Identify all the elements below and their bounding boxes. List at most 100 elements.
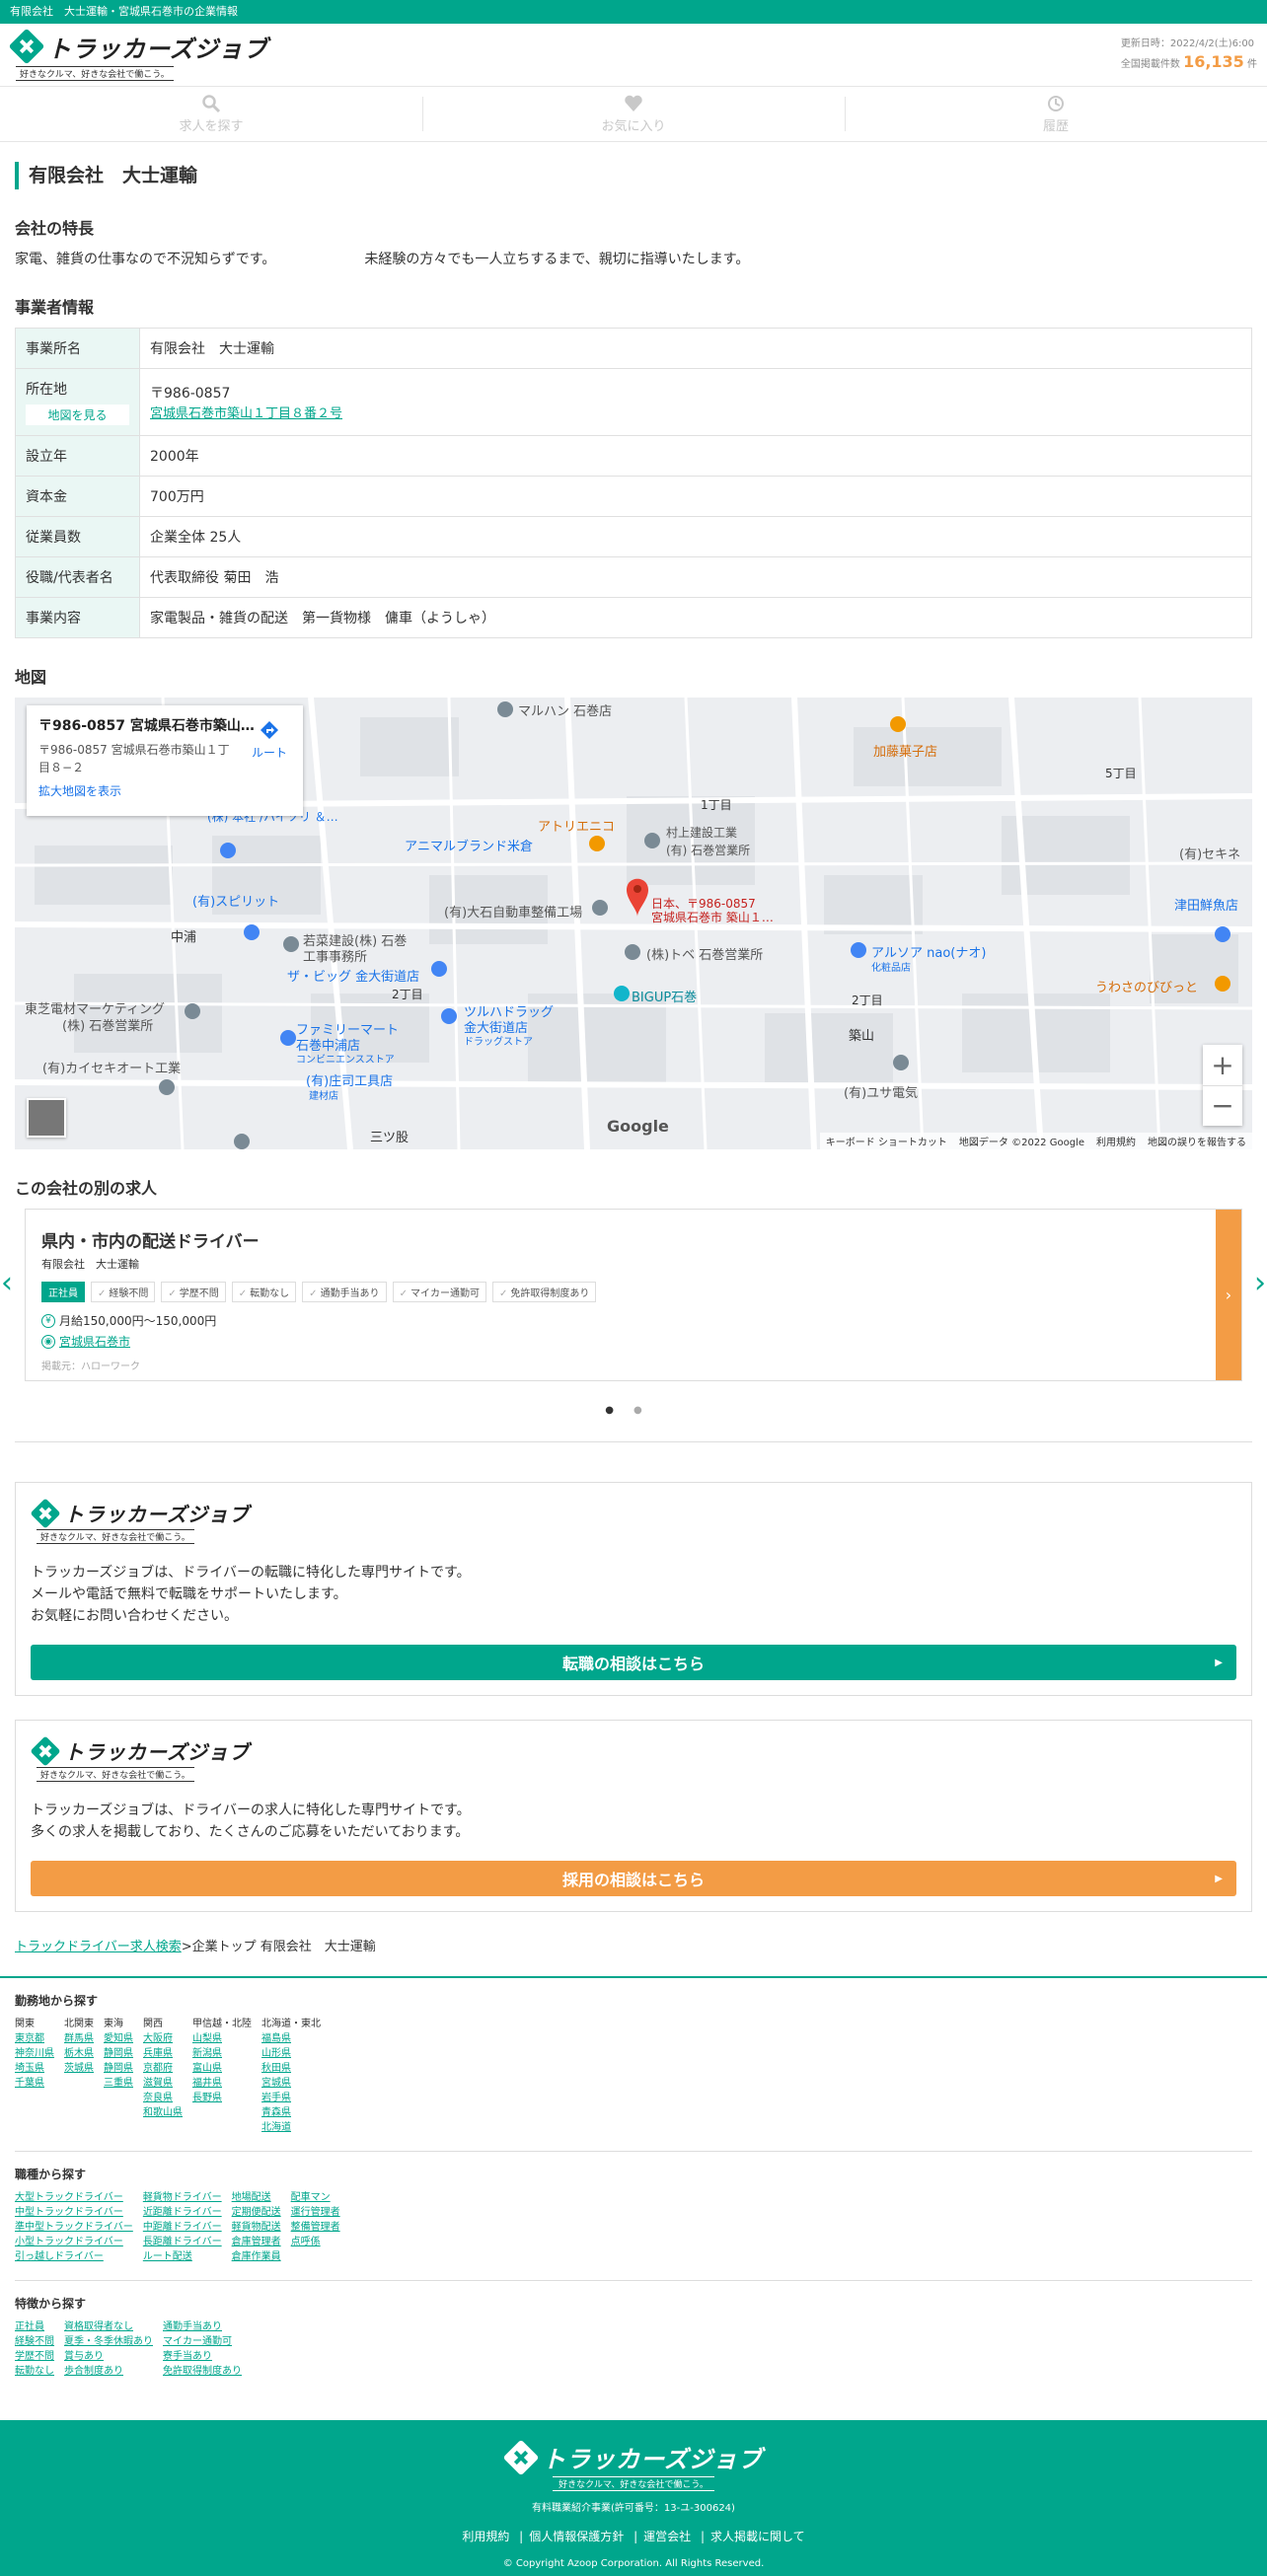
search-link[interactable]: 静岡県 [104,2061,133,2076]
row-label: 所在地 地図を見る [15,368,140,436]
search-link[interactable]: 資格取得者なし [64,2319,153,2334]
search-link[interactable]: 歩合制度あり [64,2364,153,2379]
search-link[interactable]: 神奈川県 [15,2046,54,2061]
job-card[interactable]: 県内・市内の配送ドライバー 有限会社 大士運輸 正社員 ✓ 経験不問 ✓ 学歴不問 … [25,1209,1242,1381]
search-link[interactable]: 兵庫県 [143,2046,183,2061]
nav-history[interactable]: 履歴 [845,87,1267,141]
address-link[interactable]: 宮城県石巻市築山１丁目８番２号 [150,406,342,421]
carousel-dot[interactable]: ● [634,1405,662,1416]
google-map[interactable]: マルハン 石巻店 加藤菓子店 アトリエニコ アニマルブランド米倉 村上建設工業 … [15,698,1252,1149]
nav-search[interactable]: 求人を探す [0,87,422,141]
search-link[interactable]: 小型トラックドライバー [15,2235,133,2249]
search-link[interactable]: 宮城県 [261,2076,321,2091]
career-consult-button[interactable]: 転職の相談はこちら ▶ [31,1645,1236,1680]
search-link[interactable]: 経験不問 [15,2334,54,2349]
carousel-next-icon[interactable]: › [1254,1266,1266,1300]
search-link[interactable]: 栃木県 [64,2046,94,2061]
search-link[interactable]: 福井県 [192,2076,252,2091]
search-link[interactable]: 点呼係 [291,2235,340,2249]
link-column-head: 関東 [15,2019,35,2029]
search-link[interactable]: 正社員 [15,2319,54,2334]
search-link[interactable]: 京都府 [143,2061,183,2076]
search-link[interactable]: 秋田県 [261,2061,321,2076]
footer-link-listing[interactable]: 求人掲載に関して [695,2530,805,2543]
search-link[interactable]: 学歴不問 [15,2349,54,2364]
footer-link-terms[interactable]: 利用規約 [462,2530,509,2543]
search-link[interactable]: 地場配送 [232,2190,281,2205]
zoom-out-button[interactable]: − [1203,1084,1242,1127]
route-button[interactable]: ルート [252,719,287,761]
search-link[interactable]: 山形県 [261,2046,321,2061]
search-link[interactable]: 東京都 [15,2031,54,2046]
job-detail-arrow-icon[interactable]: › [1216,1210,1241,1380]
search-link[interactable]: 寮手当あり [163,2349,242,2364]
footer-link-privacy[interactable]: 個人情報保護方針 [513,2530,624,2543]
search-link[interactable]: 和歌山県 [143,2105,183,2120]
search-link[interactable]: 配車マン [291,2190,340,2205]
location-link[interactable]: 宮城県石巻市 [59,1333,130,1350]
link-column-head: 北海道・東北 [261,2019,321,2029]
yen-icon: ¥ [41,1313,55,1328]
carousel-prev-icon[interactable]: ‹ [1,1266,13,1300]
search-link[interactable]: 山梨県 [192,2031,252,2046]
search-link[interactable]: 運行管理者 [291,2205,340,2220]
map-terms[interactable]: 利用規約 [1096,1134,1136,1148]
map-shortcuts[interactable]: キーボード ショートカット [826,1134,947,1148]
search-link[interactable]: 岩手県 [261,2091,321,2105]
search-link[interactable]: 通勤手当あり [163,2319,242,2334]
search-link[interactable]: 千葉県 [15,2076,54,2091]
search-link[interactable]: 群馬県 [64,2031,94,2046]
nav-favorites[interactable]: お気に入り [422,87,845,141]
search-link[interactable]: ルート配送 [143,2249,222,2264]
search-link[interactable]: 富山県 [192,2061,252,2076]
map-report[interactable]: 地図の誤りを報告する [1148,1134,1246,1148]
total-unit: 件 [1247,59,1257,70]
search-link[interactable]: 滋賀県 [143,2076,183,2091]
search-link[interactable]: 中型トラックドライバー [15,2205,133,2220]
search-link[interactable]: 軽貨物ドライバー [143,2190,222,2205]
search-link[interactable]: 近距離ドライバー [143,2205,222,2220]
footer-link-company[interactable]: 運営会社 [628,2530,691,2543]
search-link[interactable]: 転勤なし [15,2364,54,2379]
search-link[interactable]: 福島県 [261,2031,321,2046]
tag-label: マイカー通勤可 [410,1288,480,1299]
zoom-in-button[interactable]: + [1203,1045,1242,1085]
search-link[interactable]: 免許取得制度あり [163,2364,242,2379]
search-link[interactable]: 大型トラックドライバー [15,2190,133,2205]
satellite-toggle[interactable] [27,1098,66,1138]
breadcrumb-link[interactable]: トラックドライバー求人検索 [15,1940,182,1954]
view-map-button[interactable]: 地図を見る [26,405,129,425]
search-link[interactable]: 三重県 [104,2076,133,2091]
search-link[interactable]: 愛知県 [104,2031,133,2046]
search-link[interactable]: 軽貨物配送 [232,2220,281,2235]
search-link[interactable]: 整備管理者 [291,2220,340,2235]
hiring-consult-button[interactable]: 採用の相談はこちら ▶ [31,1861,1236,1896]
enlarge-map-link[interactable]: 拡大地図を表示 [38,782,291,799]
footer-logo[interactable]: トラッカーズジョブ [0,2439,1267,2475]
row-label: 役職/代表者名 [15,556,140,598]
search-link[interactable]: 倉庫作業員 [232,2249,281,2264]
search-link[interactable]: 準中型トラックドライバー [15,2220,133,2235]
search-link[interactable]: 中距離ドライバー [143,2220,222,2235]
search-link[interactable]: 長野県 [192,2091,252,2105]
footer-links: 利用規約 個人情報保護方針 運営会社 求人掲載に関して [0,2528,1267,2544]
search-link[interactable]: 青森県 [261,2105,321,2120]
site-logo[interactable]: トラッカーズジョブ 好きなクルマ、好きな会社で働こう。 [8,28,268,81]
job-tag: ✓ 免許取得制度あり [491,1282,597,1302]
map-poi: コンビニエンスストア [296,1055,395,1066]
search-link[interactable]: 賞与あり [64,2349,153,2364]
search-link[interactable]: 長距離ドライバー [143,2235,222,2249]
search-link[interactable]: 茨城県 [64,2061,94,2076]
search-link[interactable]: 倉庫管理者 [232,2235,281,2249]
search-link[interactable]: 定期便配送 [232,2205,281,2220]
search-link[interactable]: 埼玉県 [15,2061,54,2076]
search-link[interactable]: 静岡県 [104,2046,133,2061]
carousel-dot-active[interactable]: ● [605,1405,634,1416]
search-link[interactable]: 新潟県 [192,2046,252,2061]
search-link[interactable]: 北海道 [261,2120,321,2135]
search-link[interactable]: 奈良県 [143,2091,183,2105]
search-link[interactable]: 引っ越しドライバー [15,2249,133,2264]
search-link[interactable]: 夏季・冬季休暇あり [64,2334,153,2349]
search-link[interactable]: 大阪府 [143,2031,183,2046]
search-link[interactable]: マイカー通勤可 [163,2334,242,2349]
